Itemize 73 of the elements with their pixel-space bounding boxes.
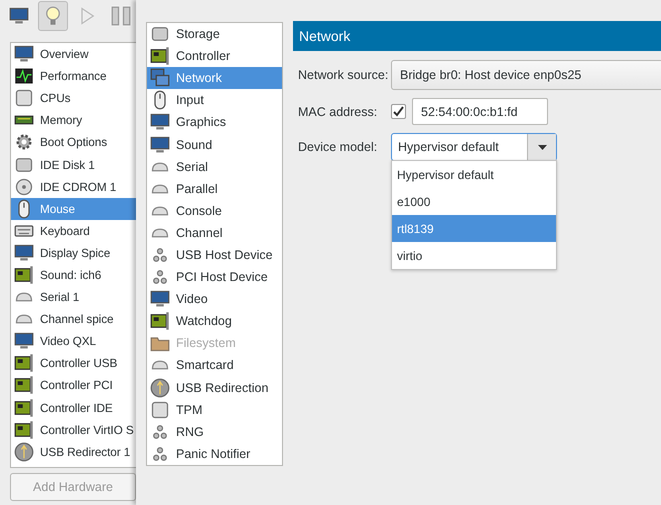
usb-icon: [150, 378, 170, 398]
hardware-list-item[interactable]: IDE CDROM 1: [11, 176, 136, 198]
chip-icon: [14, 88, 34, 108]
hardware-list-item[interactable]: Performance: [11, 65, 136, 88]
expansion-card-icon: [14, 353, 34, 374]
hardware-list-item[interactable]: TPM: [147, 398, 282, 421]
monitor-icon: [150, 134, 170, 155]
hardware-list-item[interactable]: Controller IDE: [11, 396, 136, 419]
monitor-icon: [14, 331, 34, 352]
hardware-list-item[interactable]: USB Redirection: [147, 376, 282, 399]
hardware-list-item[interactable]: Console: [147, 200, 282, 222]
expansion-card-icon: [14, 264, 34, 285]
hardware-list-item[interactable]: Channel spice: [11, 308, 136, 330]
hardware-list-item[interactable]: Serial 1: [11, 286, 136, 308]
field-label: Device model:: [298, 140, 378, 154]
checkbox[interactable]: [391, 104, 406, 119]
monitor-icon: [14, 242, 34, 263]
network-source-dropdown[interactable]: Bridge br0: Host device enp0s25: [391, 60, 661, 90]
caret-icon: [538, 144, 546, 150]
pause-icon: [111, 6, 131, 26]
dropdown-option[interactable]: virtio: [392, 242, 556, 269]
chip-icon: [150, 400, 170, 420]
mac-address-field[interactable]: 52:54:00:0c:b1:fd: [412, 98, 548, 125]
expansion-card-icon: [150, 311, 170, 332]
dropdown-option[interactable]: e1000: [392, 188, 556, 215]
expansion-card-icon: [14, 420, 34, 440]
toolbar-button[interactable]: [38, 1, 68, 31]
device-model-dropdown[interactable]: Hypervisor default: [391, 133, 557, 161]
hardware-list-item[interactable]: Boot Options: [11, 131, 136, 154]
monitor-icon: [14, 44, 34, 64]
monitor-icon: [9, 6, 29, 26]
hardware-list-item[interactable]: Graphics: [147, 111, 282, 134]
hardware-list-item[interactable]: Memory: [11, 109, 136, 132]
hardware-list-item[interactable]: Video QXL: [11, 330, 136, 352]
disc-icon: [14, 176, 34, 197]
hardware-list-item[interactable]: Keyboard: [11, 220, 136, 242]
hardware-list-item[interactable]: Watchdog: [147, 310, 282, 332]
hardware-list-item[interactable]: Smartcard: [147, 354, 282, 376]
hardware-list-item[interactable]: Serial: [147, 156, 282, 178]
monitor-icon: [150, 289, 170, 310]
field-label: MAC address:: [298, 104, 378, 118]
hardware-list-item[interactable]: Sound: ich6: [11, 264, 136, 286]
expansion-card-icon: [150, 46, 170, 66]
chart-icon: [14, 66, 34, 86]
hardware-list-item[interactable]: CPUs: [11, 87, 136, 110]
dropdown-option[interactable]: Hypervisor default: [392, 161, 556, 188]
monitor-icon: [150, 112, 170, 132]
section-header: Network: [293, 21, 661, 51]
hardware-list-item[interactable]: IDE Disk 1: [11, 153, 136, 176]
network-icon: [150, 68, 170, 88]
hardware-list-item[interactable]: USB Redirector 1: [11, 440, 136, 463]
hardware-list-item[interactable]: Parallel: [147, 178, 282, 200]
hardware-list-item[interactable]: USB Host Device: [147, 244, 282, 266]
hardware-list-item[interactable]: Overview: [11, 43, 136, 66]
hardware-list-item[interactable]: Video: [147, 288, 282, 310]
hardware-list-item[interactable]: RNG: [147, 420, 282, 443]
expansion-card-icon: [14, 375, 34, 396]
hardware-list-item[interactable]: Sound: [147, 133, 282, 156]
hardware-list-item[interactable]: Panic Notifier: [147, 442, 282, 465]
field-label: Network source:: [298, 68, 390, 82]
hardware-list-item[interactable]: Controller VirtIO S: [11, 418, 136, 441]
hardware-list-item[interactable]: Controller PCI: [11, 374, 136, 396]
usb-icon: [14, 442, 34, 462]
hardware-list-item[interactable]: PCI Host Device: [147, 266, 282, 288]
gear-icon: [14, 132, 34, 152]
expansion-card-icon: [14, 398, 34, 418]
hardware-list-item[interactable]: Storage: [147, 23, 282, 46]
hardware-list-item[interactable]: Input: [147, 89, 282, 112]
lightbulb-icon: [43, 6, 63, 26]
hardware-list-item[interactable]: Channel: [147, 222, 282, 244]
hardware-list-item[interactable]: Controller USB: [11, 352, 136, 374]
hardware-list-item[interactable]: Display Spice: [11, 242, 136, 264]
hardware-list-item[interactable]: Controller: [147, 45, 282, 68]
